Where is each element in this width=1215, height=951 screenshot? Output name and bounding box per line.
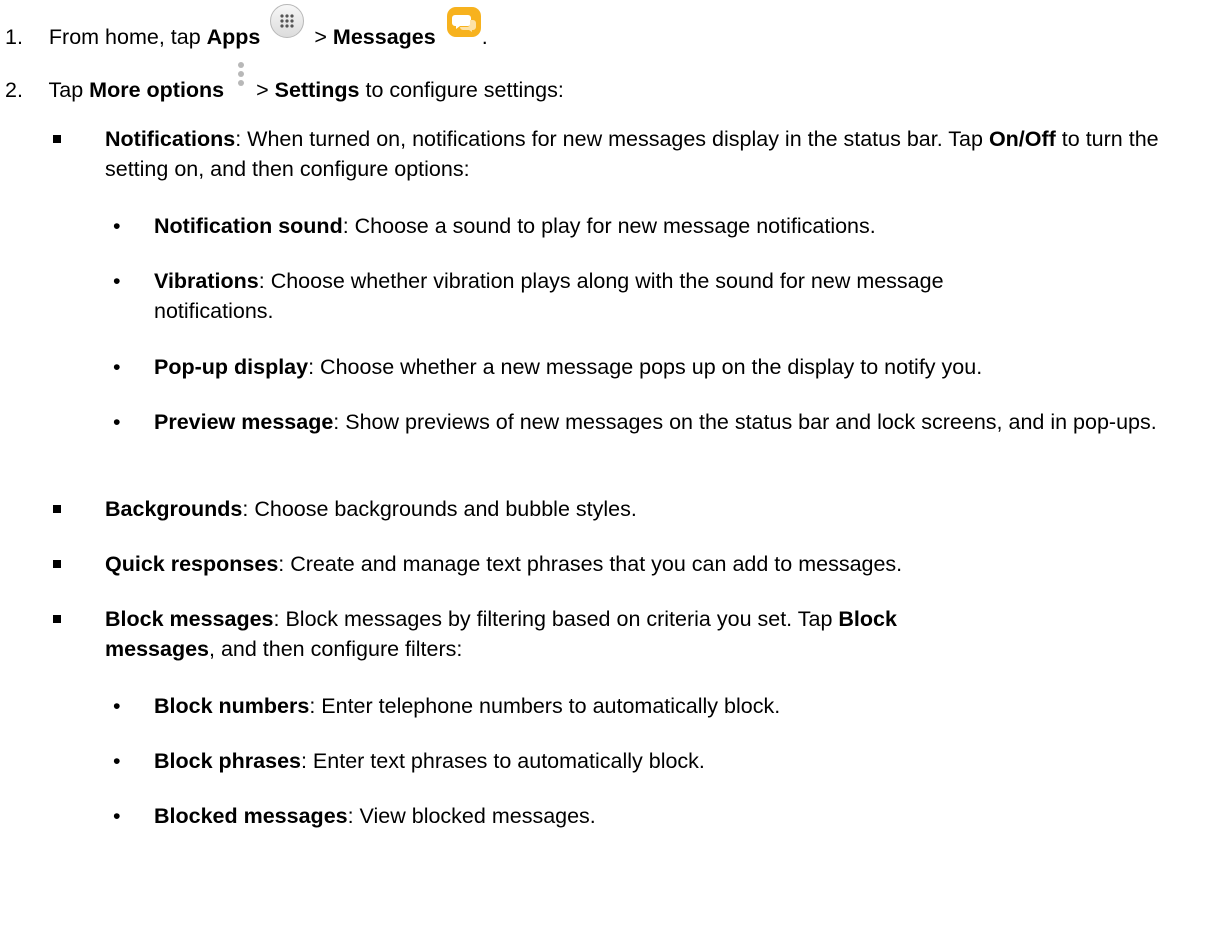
bullet-square (53, 135, 61, 143)
block-numbers-item: • Block numbers: Enter telephone numbers… (113, 691, 781, 721)
bullet-dot: • (113, 355, 121, 379)
option-title: Notification sound (154, 214, 343, 238)
step-1-number: 1. (5, 25, 23, 49)
option-title: Pop-up display (154, 355, 309, 379)
step-2-rest: to configure settings: (365, 78, 564, 102)
backgrounds-item: Backgrounds: Choose backgrounds and bubb… (53, 494, 637, 524)
notifications-desc: : When turned on, notifications for new … (235, 127, 983, 151)
quick-responses-desc: : Create and manage text phrases that yo… (278, 552, 903, 576)
vibrations-item: • Vibrations: Choose whether vibration p… (113, 266, 1024, 326)
step-1-separator: > (314, 25, 327, 49)
step-1-messages: Messages (332, 25, 436, 49)
option-desc: : Enter telephone numbers to automatical… (309, 694, 781, 718)
quick-responses-title: Quick responses (105, 552, 279, 576)
bullet-dot: • (113, 410, 121, 434)
step-2-separator: > (256, 78, 269, 102)
bullet-dot: • (113, 694, 121, 718)
step-2-text: Tap (48, 78, 84, 102)
bullet-dot: • (113, 269, 121, 293)
option-title: Blocked messages (154, 804, 348, 828)
option-desc: : View blocked messages. (347, 804, 596, 828)
bullet-dot: • (113, 804, 121, 828)
step-2-more-options: More options (89, 78, 225, 102)
messages-bubble-icon (446, 6, 482, 38)
quick-responses-item: Quick responses: Create and manage text … (53, 549, 903, 579)
option-title: Block numbers (154, 694, 310, 718)
backgrounds-desc: : Choose backgrounds and bubble styles. (242, 497, 637, 521)
step-1-text: From home, tap (48, 25, 201, 49)
step-1: 1. From home, tap Apps > Messages . (5, 4, 488, 52)
notifications-item: Notifications: When turned on, notificat… (53, 124, 1180, 184)
block-messages-title: Block messages (105, 607, 274, 631)
notification-sound-item: • Notification sound: Choose a sound to … (113, 211, 876, 241)
step-2: 2. Tap More options > Settings to config… (5, 62, 564, 105)
bullet-square (53, 505, 61, 513)
option-title: Block phrases (154, 749, 301, 773)
option-title: Vibrations (154, 269, 259, 293)
option-desc: : Choose whether vibration plays along w… (154, 269, 944, 323)
block-messages-desc2: , and then configure filters: (209, 637, 463, 661)
block-phrases-item: • Block phrases: Enter text phrases to a… (113, 746, 705, 776)
option-desc: : Show previews of new messages on the s… (333, 410, 1157, 434)
bullet-square (53, 615, 61, 623)
bullet-dot: • (113, 214, 121, 238)
popup-display-item: • Pop-up display: Choose whether a new m… (113, 352, 983, 382)
block-messages-desc: : Block messages by filtering based on c… (273, 607, 833, 631)
option-desc: : Choose whether a new message pops up o… (308, 355, 983, 379)
bullet-dot: • (113, 749, 121, 773)
apps-grid-icon (270, 4, 305, 38)
step-1-end: . (481, 25, 488, 49)
step-1-apps: Apps (206, 25, 261, 49)
notifications-onoff: On/Off (988, 127, 1056, 151)
option-desc: : Enter text phrases to automatically bl… (300, 749, 705, 773)
step-2-number: 2. (5, 78, 23, 102)
notifications-title: Notifications (105, 127, 236, 151)
step-2-settings: Settings (274, 78, 360, 102)
bullet-square (53, 560, 61, 568)
option-title: Preview message (154, 410, 334, 434)
option-desc: : Choose a sound to play for new message… (342, 214, 876, 238)
backgrounds-title: Backgrounds (105, 497, 243, 521)
more-options-icon (236, 59, 246, 91)
blocked-messages-item: • Blocked messages: View blocked message… (113, 801, 596, 831)
preview-message-item: • Preview message: Show previews of new … (113, 407, 1204, 437)
block-messages-item: Block messages: Block messages by filter… (53, 604, 965, 664)
